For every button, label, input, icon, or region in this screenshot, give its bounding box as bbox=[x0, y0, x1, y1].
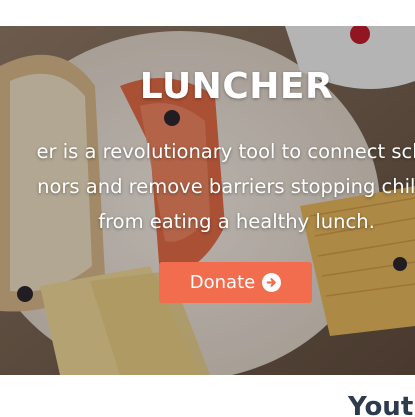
section-heading: Yout bbox=[348, 392, 414, 417]
hero-description-line-2: nors and remove barriers stopping childr bbox=[37, 175, 415, 198]
hero-section: LUNCHER er is a revolutionary tool to co… bbox=[0, 26, 415, 375]
donate-button[interactable]: Donate bbox=[159, 262, 312, 303]
hero-title: LUNCHER bbox=[139, 66, 334, 107]
hero-description: er is a revolutionary tool to connect sc… bbox=[0, 134, 415, 239]
arrow-circle-right-icon bbox=[262, 273, 282, 292]
top-strip bbox=[0, 0, 415, 26]
hero-description-line-3: from eating a healthy lunch. bbox=[98, 210, 375, 233]
hero-description-line-1: er is a revolutionary tool to connect sc… bbox=[36, 140, 415, 163]
donate-button-label: Donate bbox=[189, 272, 256, 293]
